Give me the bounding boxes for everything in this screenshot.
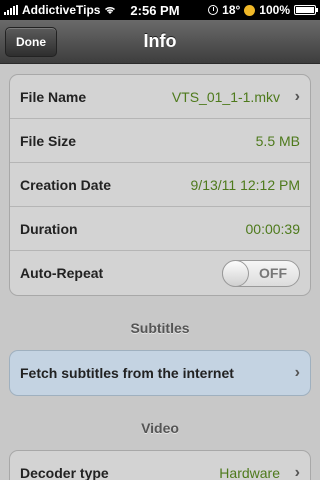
fetch-subtitles-row[interactable]: Fetch subtitles from the internet › (10, 351, 310, 395)
decoder-type-label: Decoder type (20, 465, 109, 480)
toggle-state-label: OFF (259, 265, 287, 281)
subtitles-group: Fetch subtitles from the internet › (9, 350, 311, 396)
duration-value: 00:00:39 (245, 220, 301, 237)
signal-bars-icon (4, 5, 18, 15)
file-size-label: File Size (20, 132, 77, 149)
done-button[interactable]: Done (5, 27, 57, 57)
creation-date-value: 9/13/11 12:12 PM (190, 176, 300, 193)
clock-icon (208, 5, 219, 15)
auto-repeat-toggle[interactable]: OFF (222, 259, 300, 287)
auto-repeat-row: Auto-Repeat OFF (10, 251, 310, 295)
chevron-right-icon: › (294, 87, 300, 105)
decoder-type-value: Hardware (219, 465, 280, 480)
file-name-value: VTS_01_1-1.mkv (171, 88, 280, 105)
video-section-header: Video (141, 420, 179, 436)
battery-icon (294, 5, 318, 15)
file-info-group: File Name VTS_01_1-1.mkv › File Size 5.5… (9, 74, 311, 296)
status-bar: AddictiveTips 2:56 PM 18° 100% (0, 0, 320, 20)
sun-icon (244, 4, 256, 16)
auto-repeat-label: Auto-Repeat (20, 265, 104, 281)
battery-percent: 100% (259, 3, 290, 17)
decoder-type-row[interactable]: Decoder type Hardware › (10, 451, 310, 480)
navigation-bar: Done Info (0, 20, 320, 64)
info-content: File Name VTS_01_1-1.mkv › File Size 5.5… (0, 64, 320, 480)
file-name-row[interactable]: File Name VTS_01_1-1.mkv › (10, 75, 310, 119)
file-size-row: File Size 5.5 MB (10, 119, 310, 163)
temperature: 18° (222, 3, 241, 17)
carrier-name: AddictiveTips (22, 3, 101, 17)
status-time: 2:56 PM (130, 2, 180, 18)
toggle-knob (222, 259, 249, 287)
chevron-right-icon: › (294, 464, 300, 480)
page-title: Info (143, 31, 177, 51)
status-left: AddictiveTips (4, 3, 116, 17)
video-group: Decoder type Hardware › (9, 450, 311, 480)
fetch-subtitles-label: Fetch subtitles from the internet (20, 365, 234, 381)
file-name-label: File Name (20, 88, 87, 105)
creation-date-row: Creation Date 9/13/11 12:12 PM (10, 163, 310, 207)
duration-row: Duration 00:00:39 (10, 207, 310, 251)
duration-label: Duration (20, 220, 78, 237)
chevron-right-icon: › (294, 364, 300, 381)
file-size-value: 5.5 MB (255, 132, 300, 149)
creation-date-label: Creation Date (20, 176, 112, 193)
subtitles-section-header: Subtitles (130, 320, 190, 336)
wifi-icon (104, 5, 116, 15)
status-right: 18° 100% (196, 3, 318, 17)
screen: AddictiveTips 2:56 PM 18° 100% Done Info… (0, 0, 320, 480)
